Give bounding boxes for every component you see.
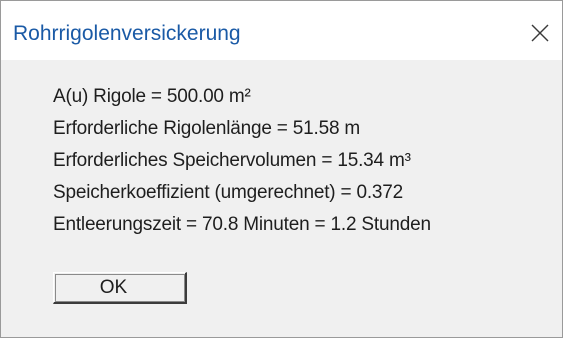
window-title: Rohrrigolenversickerung [13, 22, 241, 45]
storage-volume-line: Erforderliches Speichervolumen = 15.34 m… [53, 150, 411, 171]
close-button[interactable] [518, 1, 562, 60]
close-icon [531, 24, 549, 42]
drain-time-line: Entleerungszeit = 70.8 Minuten = 1.2 Stu… [53, 214, 431, 235]
title-bar[interactable]: Rohrrigolenversickerung [1, 1, 562, 60]
area-rigole-line: A(u) Rigole = 500.00 m² [53, 86, 251, 107]
dialog-window: Rohrrigolenversickerung A(u) Rigole = 50… [0, 0, 563, 338]
required-length-line: Erforderliche Rigolenlänge = 51.58 m [53, 118, 361, 139]
ok-button[interactable]: OK [53, 272, 187, 304]
storage-coefficient-line: Speicherkoeffizient (umgerechnet) = 0.37… [53, 182, 404, 203]
ok-button-label: OK [99, 276, 128, 298]
dialog-content: A(u) Rigole = 500.00 m² Erforderliche Ri… [1, 60, 562, 337]
